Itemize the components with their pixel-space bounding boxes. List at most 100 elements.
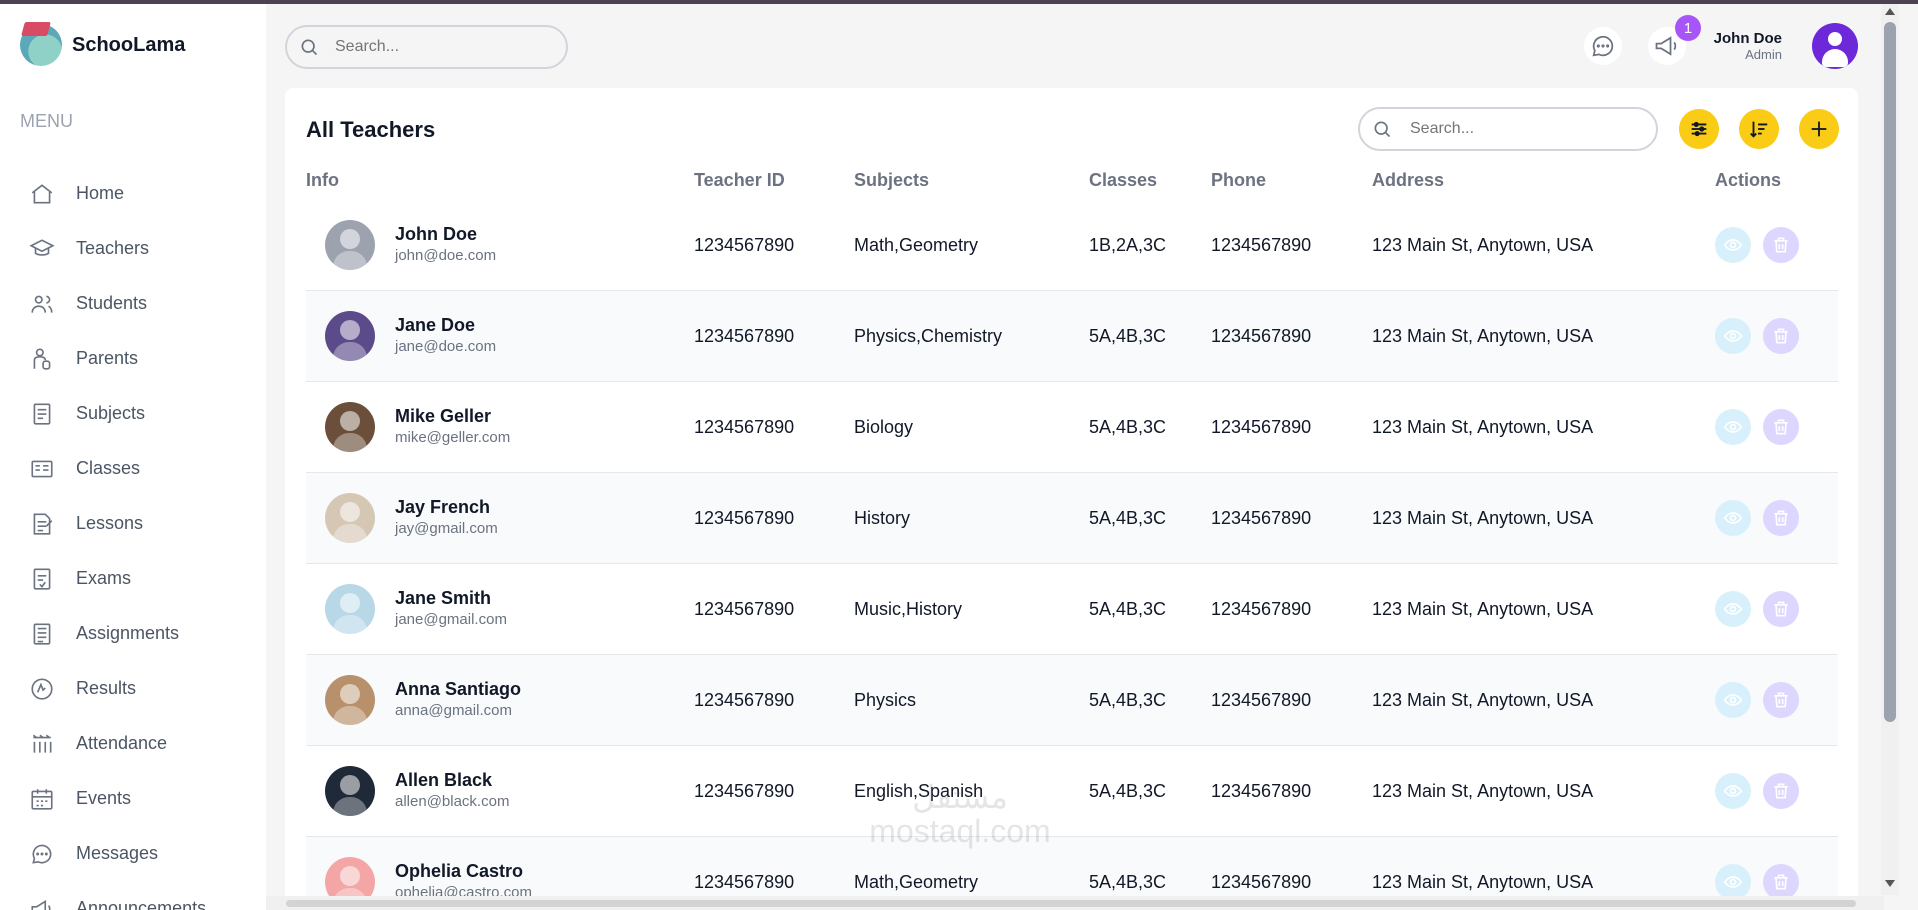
row-actions (1715, 591, 1835, 627)
view-teacher-button[interactable] (1715, 682, 1751, 718)
teacher-name-block: John Doe john@doe.com (395, 224, 496, 266)
school-logo-icon (20, 24, 62, 66)
sidebar-item-label: Exams (76, 568, 132, 588)
delete-teacher-button[interactable] (1763, 682, 1799, 718)
row-actions (1715, 500, 1835, 536)
delete-teacher-button[interactable] (1763, 409, 1799, 445)
teacher-avatar (325, 311, 375, 361)
teacher-row[interactable]: Mike Geller mike@geller.com 1234567890 B… (306, 382, 1838, 473)
table-search-input[interactable] (1410, 120, 1630, 138)
view-teacher-button[interactable] (1715, 591, 1751, 627)
sidebar-item-teachers[interactable]: Teachers (28, 221, 258, 276)
sidebar-item-home[interactable]: Home (28, 166, 258, 221)
teacher-row[interactable]: Allen Black allen@black.com 1234567890 E… (306, 746, 1838, 837)
header-teacher-id[interactable]: Teacher ID (694, 170, 854, 191)
user-avatar[interactable] (1812, 23, 1858, 69)
sidebar-item-students[interactable]: Students (28, 276, 258, 331)
sidebar-item-lessons[interactable]: Lessons (28, 496, 258, 551)
teacher-subjects: Physics (854, 689, 917, 710)
horizontal-scrollbar[interactable] (266, 896, 1884, 910)
global-search-input[interactable] (335, 38, 545, 56)
eye-icon (1723, 603, 1743, 615)
teacher-name[interactable]: Jay French (395, 497, 498, 517)
sidebar-item-subjects[interactable]: Subjects (28, 386, 258, 441)
header-classes[interactable]: Classes (1089, 170, 1211, 191)
teacher-name[interactable]: Jane Smith (395, 588, 507, 608)
view-teacher-button[interactable] (1715, 773, 1751, 809)
teacher-name-block: Jay French jay@gmail.com (395, 497, 498, 539)
teacher-address: 123 Main St, Anytown, USA (1372, 234, 1594, 255)
teacher-row[interactable]: Jay French jay@gmail.com 1234567890 Hist… (306, 473, 1838, 564)
sidebar-item-parents[interactable]: Parents (28, 331, 258, 386)
scroll-down-icon[interactable] (1885, 880, 1895, 887)
teacher-address: 123 Main St, Anytown, USA (1372, 780, 1594, 801)
teacher-classes: 5A,4B,3C (1089, 325, 1167, 346)
eye-icon (1723, 512, 1743, 524)
teacher-name[interactable]: Anna Santiago (395, 679, 521, 699)
teacher-name-block: Allen Black allen@black.com (395, 770, 509, 812)
sidebar-item-exams[interactable]: Exams (28, 551, 258, 606)
sort-button[interactable] (1739, 109, 1779, 149)
sidebar-item-classes[interactable]: Classes (28, 441, 258, 496)
teacher-phone: 1234567890 (1211, 871, 1312, 892)
delete-teacher-button[interactable] (1763, 500, 1799, 536)
sidebar-item-attendance[interactable]: Attendance (28, 716, 258, 771)
teacher-row[interactable]: John Doe john@doe.com 1234567890 Math,Ge… (306, 200, 1838, 291)
teacher-address: 123 Main St, Anytown, USA (1372, 689, 1594, 710)
view-teacher-button[interactable] (1715, 318, 1751, 354)
messages-button[interactable] (1584, 27, 1622, 65)
trash-icon (1774, 783, 1788, 799)
trash-icon (1774, 237, 1788, 253)
sidebar-item-results[interactable]: Results (28, 661, 258, 716)
sidebar-item-events[interactable]: Events (28, 771, 258, 826)
trash-icon (1774, 874, 1788, 890)
messages-icon (28, 840, 56, 868)
global-search[interactable] (285, 25, 568, 69)
teacher-row[interactable]: Jane Doe jane@doe.com 1234567890 Physics… (306, 291, 1838, 382)
add-teacher-button[interactable] (1799, 109, 1839, 149)
teacher-email: john@doe.com (395, 247, 497, 264)
header-phone[interactable]: Phone (1211, 170, 1372, 191)
teacher-email: allen@black.com (395, 793, 510, 810)
view-teacher-button[interactable] (1715, 409, 1751, 445)
teacher-phone: 1234567890 (1211, 598, 1312, 619)
message-icon (1592, 35, 1614, 57)
eye-icon (1723, 421, 1743, 433)
horizontal-scroll-thumb[interactable] (286, 900, 1856, 907)
eye-icon (1723, 876, 1743, 888)
delete-teacher-button[interactable] (1763, 591, 1799, 627)
scroll-up-icon[interactable] (1885, 8, 1895, 15)
vertical-scroll-thumb[interactable] (1884, 22, 1896, 722)
teacher-name[interactable]: Jane Doe (395, 315, 496, 335)
teacher-name[interactable]: Mike Geller (395, 406, 510, 426)
teacher-classes: 5A,4B,3C (1089, 871, 1167, 892)
header-subjects[interactable]: Subjects (854, 170, 1089, 191)
vertical-scrollbar[interactable] (1881, 4, 1899, 895)
table-search[interactable] (1358, 107, 1658, 151)
header-info[interactable]: Info (306, 170, 694, 191)
delete-teacher-button[interactable] (1763, 227, 1799, 263)
teachers-panel: All Teachers Info Teacher ID Subjects Cl… (285, 88, 1858, 908)
delete-teacher-button[interactable] (1763, 318, 1799, 354)
sidebar-item-assignments[interactable]: Assignments (28, 606, 258, 661)
app-logo[interactable]: SchooLama (20, 24, 185, 66)
view-teacher-button[interactable] (1715, 227, 1751, 263)
teacher-name[interactable]: Ophelia Castro (395, 861, 532, 881)
sidebar-item-announcements[interactable]: Announcements (28, 881, 258, 910)
view-teacher-button[interactable] (1715, 500, 1751, 536)
trash-icon (1774, 419, 1788, 435)
teacher-id: 1234567890 (694, 871, 795, 892)
view-teacher-button[interactable] (1715, 864, 1751, 900)
teacher-avatar (325, 766, 375, 816)
header-address[interactable]: Address (1372, 170, 1715, 191)
filter-button[interactable] (1679, 109, 1719, 149)
delete-teacher-button[interactable] (1763, 773, 1799, 809)
sidebar-item-messages[interactable]: Messages (28, 826, 258, 881)
delete-teacher-button[interactable] (1763, 864, 1799, 900)
teacher-row[interactable]: Anna Santiago anna@gmail.com 1234567890 … (306, 655, 1838, 746)
teacher-info: Jay French jay@gmail.com (306, 493, 694, 543)
teacher-row[interactable]: Jane Smith jane@gmail.com 1234567890 Mus… (306, 564, 1838, 655)
parents-icon (28, 345, 56, 373)
teacher-name[interactable]: John Doe (395, 224, 496, 244)
teacher-name[interactable]: Allen Black (395, 770, 509, 790)
